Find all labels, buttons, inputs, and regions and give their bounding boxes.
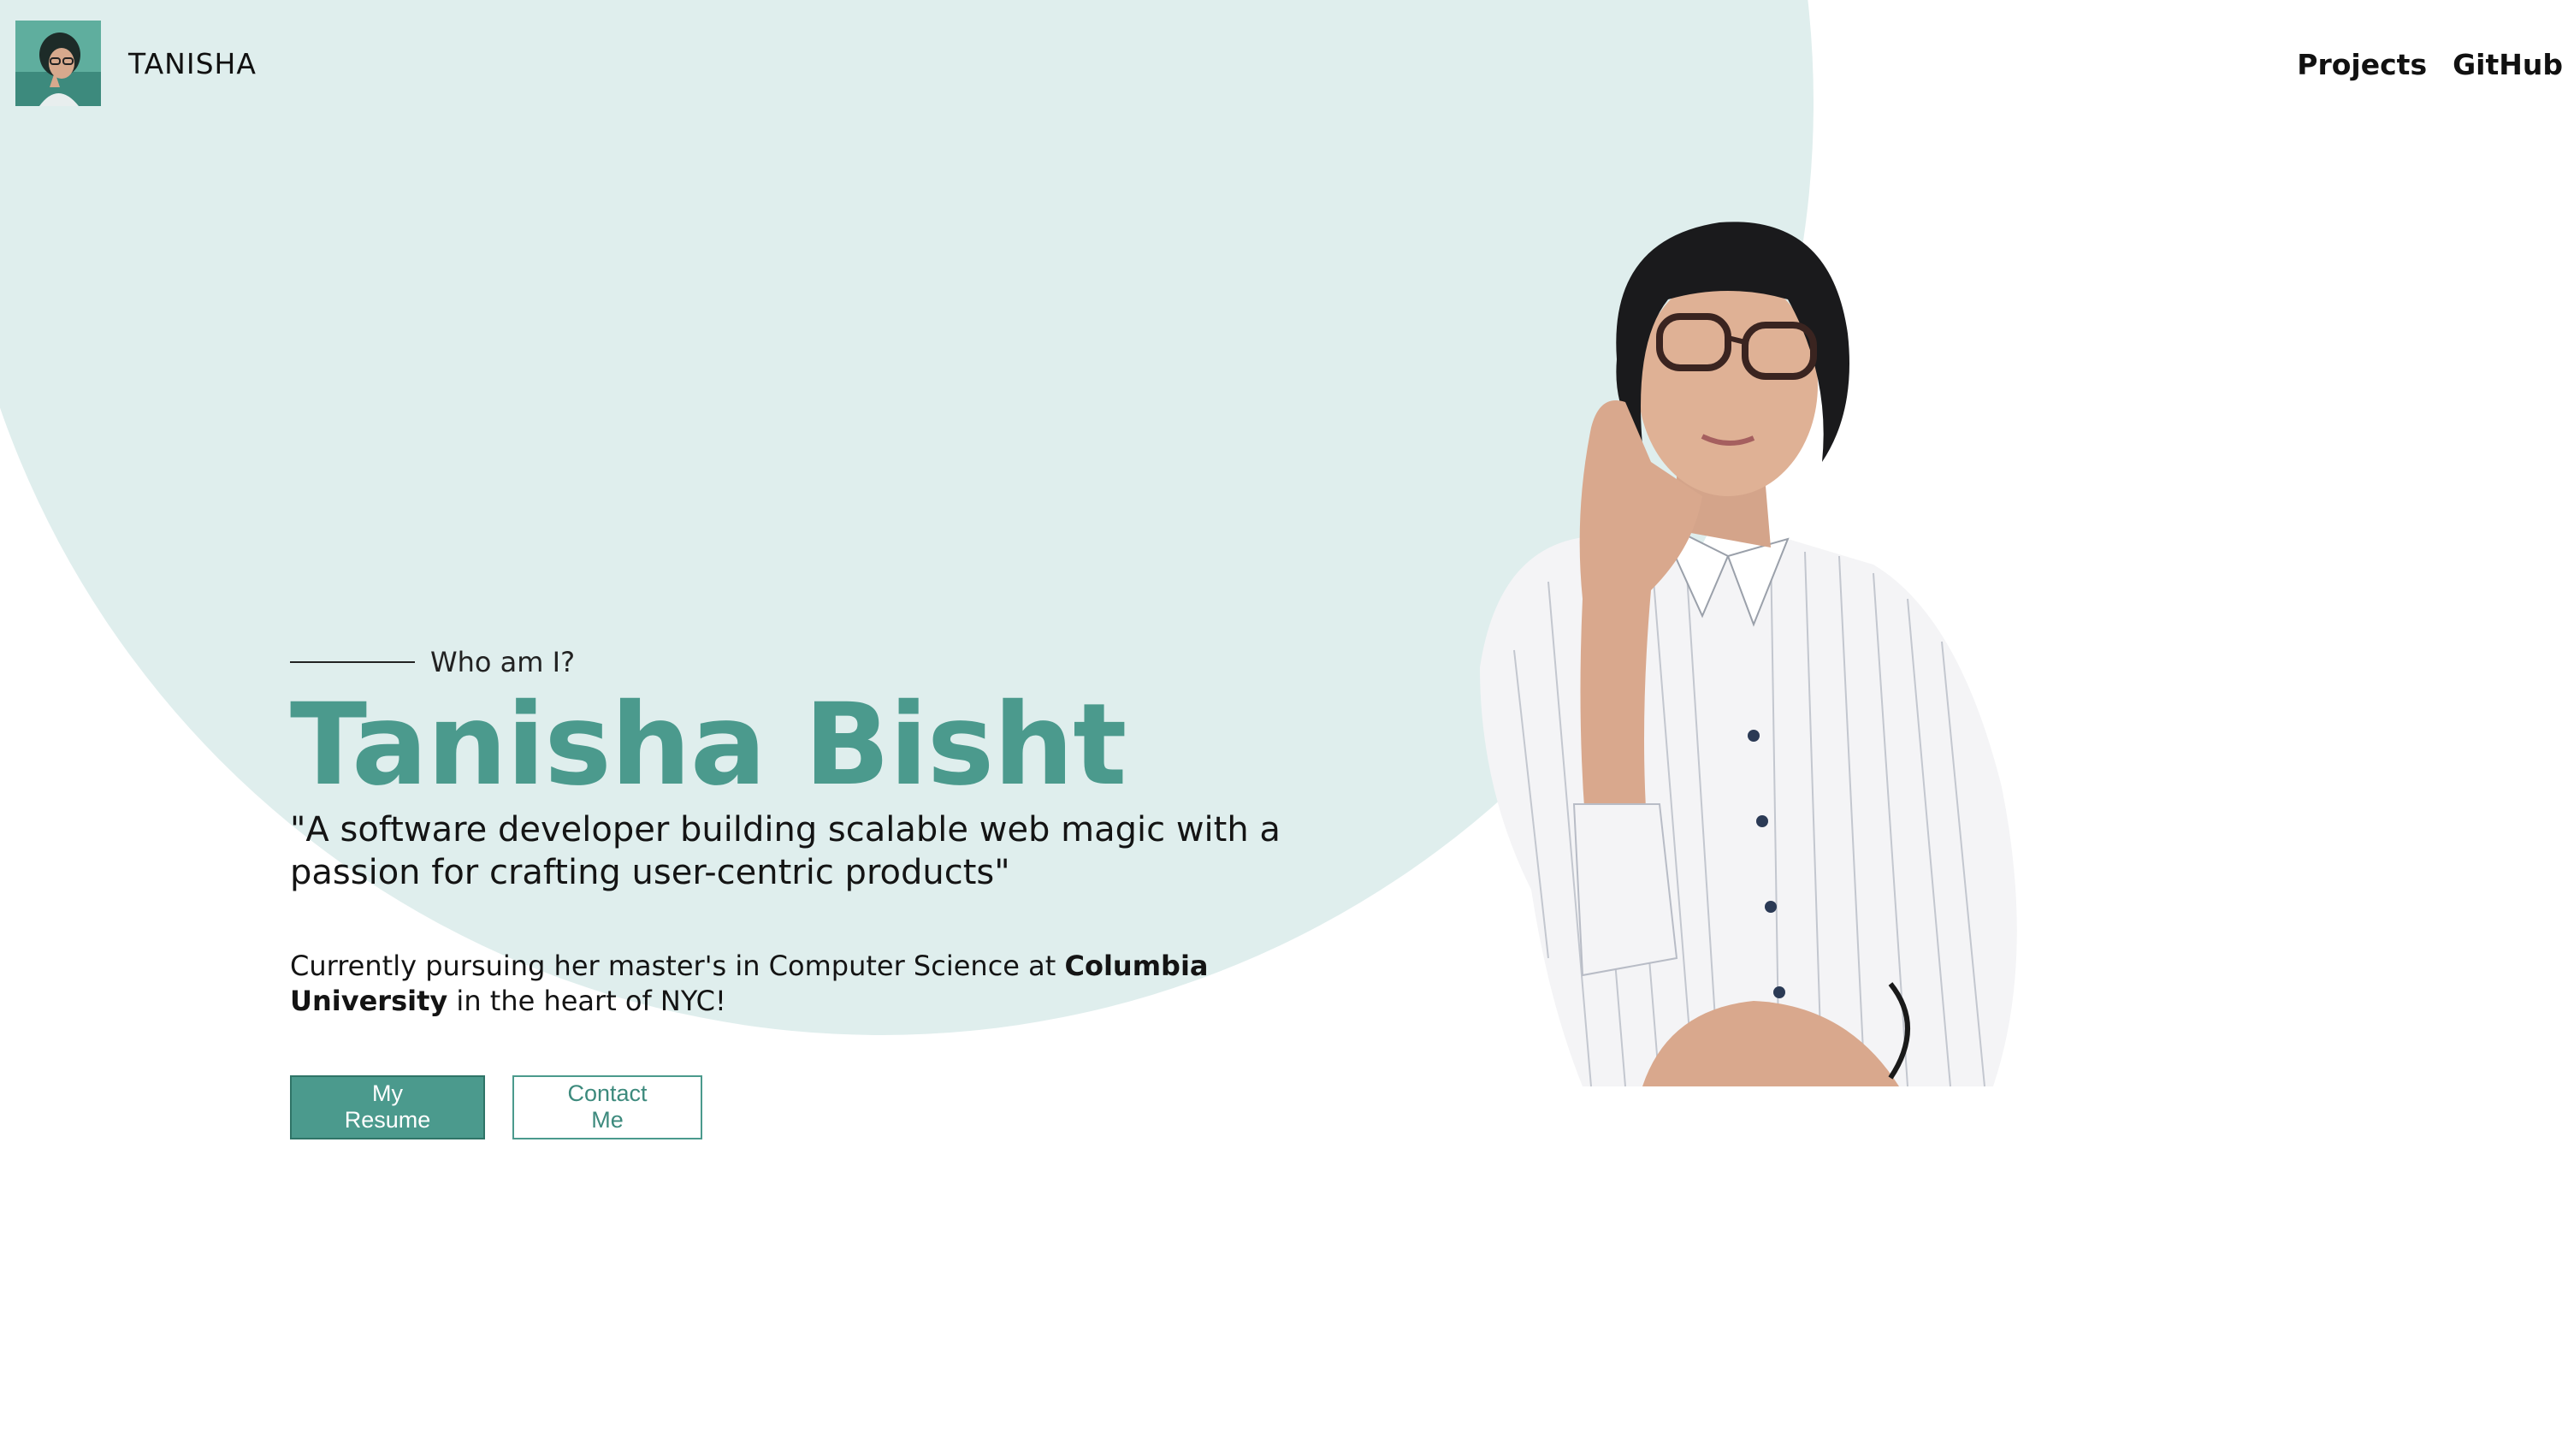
bio-text-end: in the heart of NYC! <box>447 984 726 1017</box>
contact-button[interactable]: Contact Me <box>512 1074 702 1139</box>
avatar <box>15 21 101 106</box>
page: TANISHA Projects GitHub Who am I? Tanish… <box>0 0 2568 1456</box>
avatar-photo-icon <box>15 21 101 106</box>
hero-section: Who am I? Tanisha Bisht "A software deve… <box>290 642 1299 1139</box>
main-nav: Projects GitHub <box>2297 48 2563 81</box>
eyebrow-text: Who am I? <box>430 646 576 678</box>
home-link[interactable]: TANISHA <box>15 21 257 106</box>
eyebrow-divider <box>290 661 415 663</box>
brand-name: TANISHA <box>128 46 257 80</box>
eyebrow: Who am I? <box>290 642 1299 683</box>
nav-projects-link[interactable]: Projects <box>2297 48 2427 81</box>
hero-buttons: My Resume Contact Me <box>290 1074 1299 1139</box>
nav-github-link[interactable]: GitHub <box>2453 48 2563 81</box>
hero-name: Tanisha Bisht <box>290 679 1127 811</box>
resume-button[interactable]: My Resume <box>290 1074 485 1139</box>
hero-tagline: "A software developer building scalable … <box>290 809 1281 892</box>
site-header: TANISHA Projects GitHub <box>0 0 2568 137</box>
bio-text: Currently pursuing her master's in Compu… <box>290 949 1065 982</box>
hero-bio: Currently pursuing her master's in Compu… <box>290 949 1282 1019</box>
portrait-photo-icon <box>1480 222 2017 1086</box>
